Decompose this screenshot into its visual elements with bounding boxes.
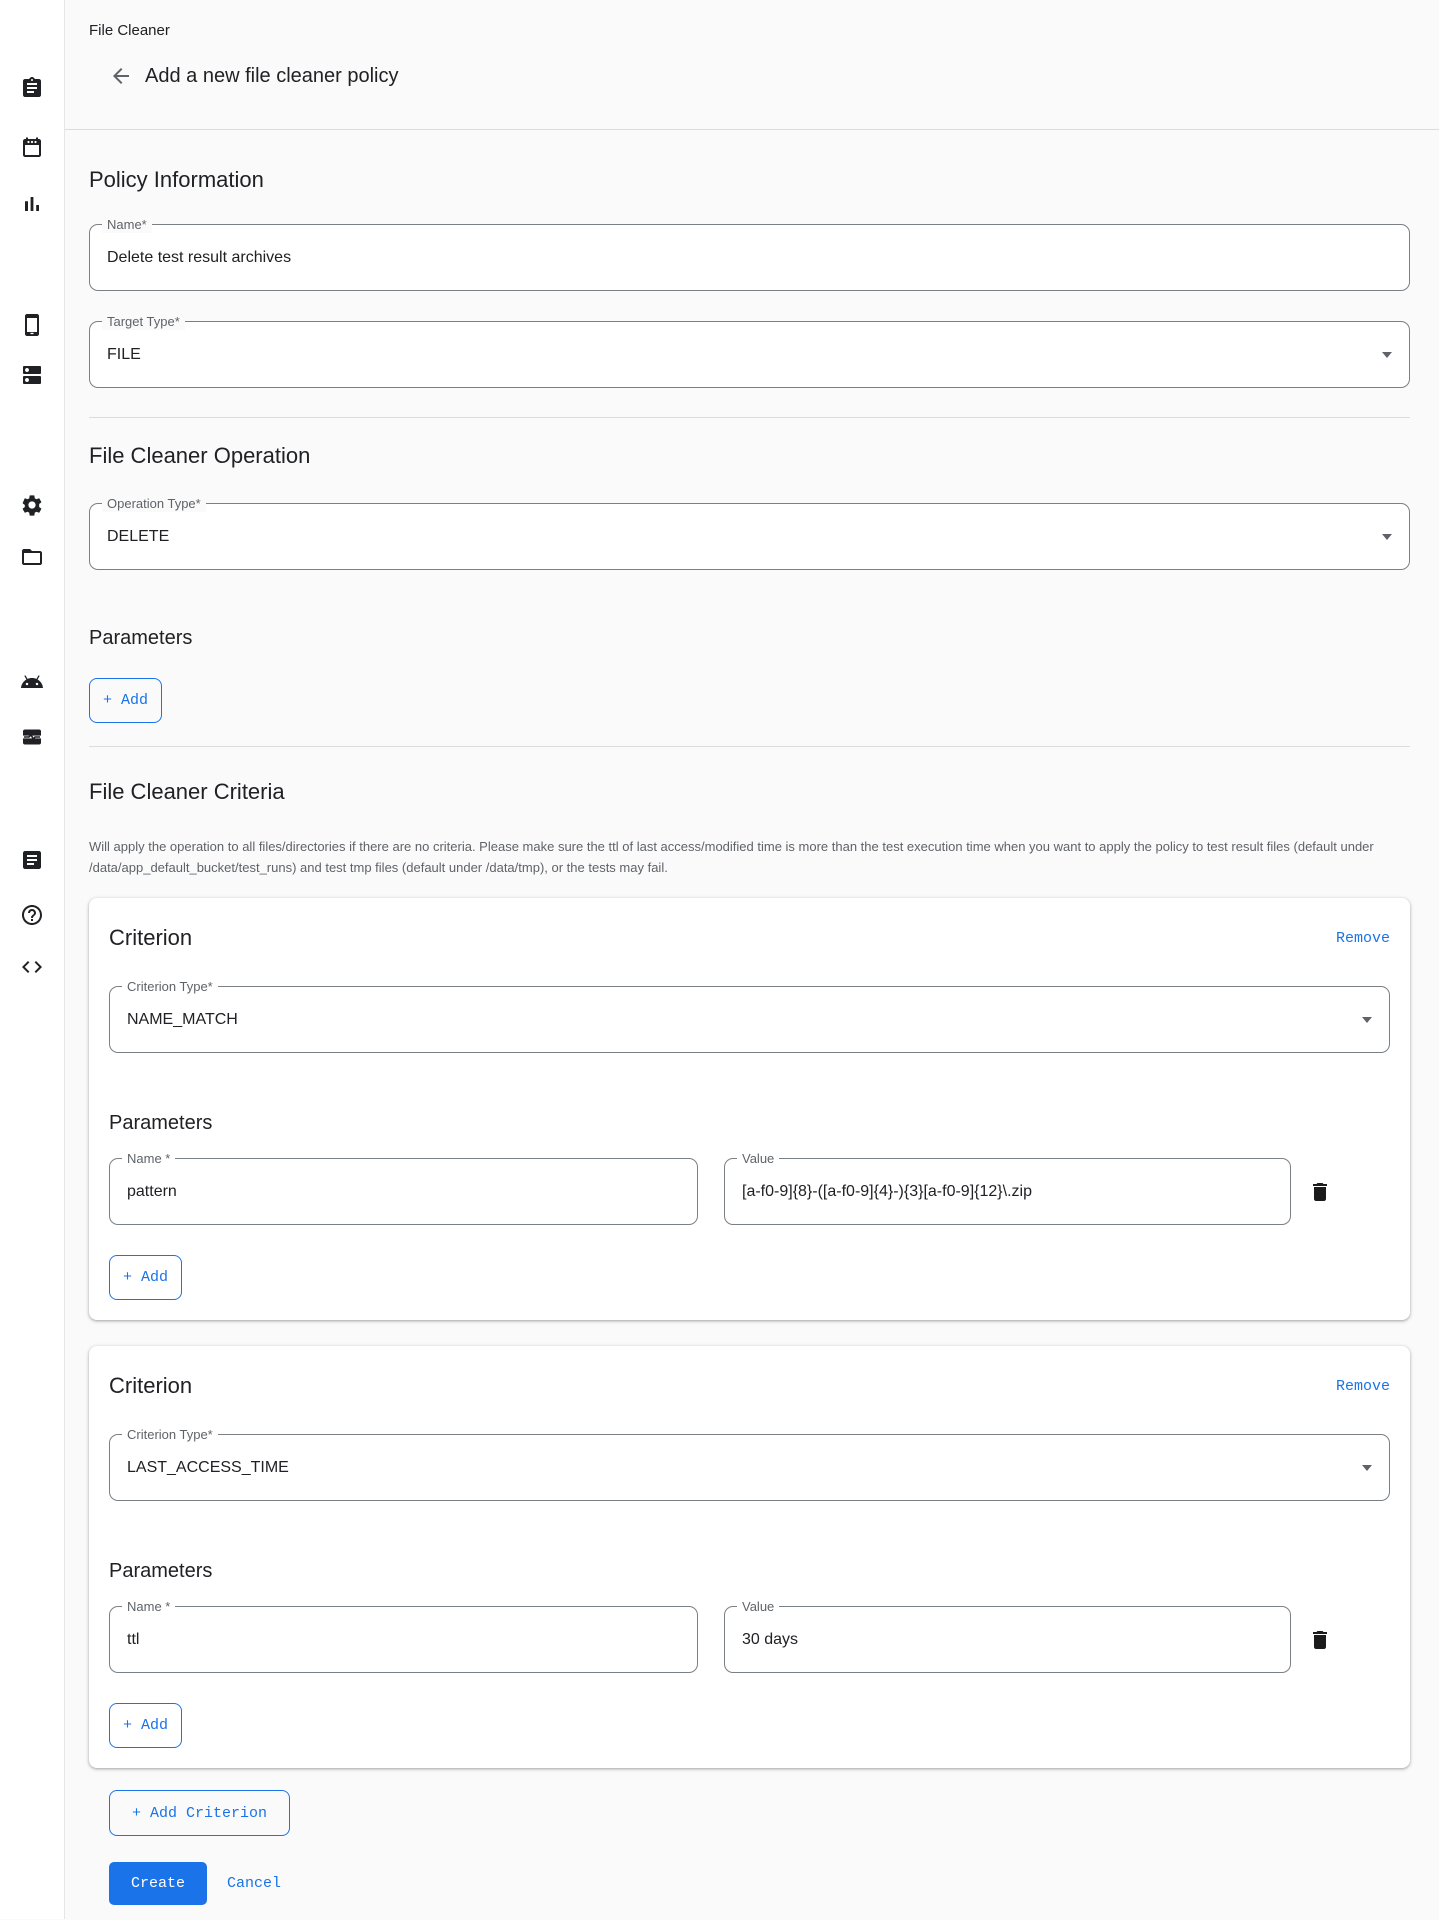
settings-icon[interactable] <box>20 493 44 517</box>
criteria-description: Will apply the operation to all files/di… <box>89 836 1410 878</box>
assignment-icon[interactable] <box>20 76 44 100</box>
add-criterion-button[interactable]: + Add Criterion <box>109 1790 290 1836</box>
policy-name-field: Name* <box>89 224 1410 291</box>
criterion-title: Criterion <box>109 1372 192 1400</box>
policy-information-title: Policy Information <box>89 166 1410 194</box>
parameter-value-field: Value <box>724 1158 1291 1225</box>
target-type-select[interactable]: FILE <box>90 322 1409 387</box>
app-title: File Cleaner <box>89 22 1439 40</box>
criteria-title: File Cleaner Criteria <box>89 778 1410 806</box>
target-type-label: Target Type* <box>102 313 185 330</box>
policy-name-input[interactable] <box>90 225 1409 290</box>
criterion-type-field: Criterion Type* LAST_ACCESS_TIME <box>109 1434 1390 1501</box>
operation-title: File Cleaner Operation <box>89 442 1410 470</box>
operation-add-parameter-button[interactable]: + Add <box>89 678 162 723</box>
cancel-button[interactable]: Cancel <box>217 1875 291 1892</box>
back-arrow-icon[interactable] <box>109 64 133 88</box>
criterion-remove-link[interactable]: Remove <box>1336 930 1390 947</box>
operation-parameters-title: Parameters <box>89 626 1410 650</box>
trash-icon <box>1308 1180 1332 1204</box>
help-icon[interactable] <box>20 903 44 927</box>
criterion-add-parameter-button[interactable]: + Add <box>109 1255 182 1300</box>
page-header: File Cleaner Add a new file cleaner poli… <box>65 0 1439 130</box>
criterion-type-field: Criterion Type* NAME_MATCH <box>109 986 1390 1053</box>
criterion-card: Criterion Remove Criterion Type* NAME_MA… <box>89 898 1410 1320</box>
operation-type-field: Operation Type* DELETE <box>89 503 1410 570</box>
parameter-name-field: Name * <box>109 1606 698 1673</box>
delete-parameter-button[interactable] <box>1300 1172 1340 1212</box>
calendar-icon[interactable] <box>20 135 44 159</box>
bar-chart-icon[interactable] <box>20 192 44 216</box>
target-type-field: Target Type* FILE <box>89 321 1410 388</box>
criterion-type-select[interactable]: LAST_ACCESS_TIME <box>110 1435 1389 1500</box>
smartphone-icon[interactable] <box>20 313 44 337</box>
parameter-value-field: Value <box>724 1606 1291 1673</box>
criterion-card: Criterion Remove Criterion Type* LAST_AC… <box>89 1346 1410 1768</box>
trash-icon <box>1308 1628 1332 1652</box>
code-icon[interactable] <box>20 955 44 979</box>
criterion-parameters-title: Parameters <box>109 1559 1390 1583</box>
criterion-add-parameter-button[interactable]: + Add <box>109 1703 182 1748</box>
android-icon[interactable] <box>20 670 44 694</box>
criterion-type-value: LAST_ACCESS_TIME <box>127 1459 289 1477</box>
health-monitor-icon[interactable] <box>20 725 44 749</box>
page-title: Add a new file cleaner policy <box>145 65 398 88</box>
parameter-name-input[interactable] <box>110 1607 697 1672</box>
parameter-value-input[interactable] <box>725 1159 1290 1224</box>
dropdown-arrow-icon <box>1362 1465 1372 1471</box>
operation-type-value: DELETE <box>107 528 169 546</box>
main-content: Policy Information Name* Target Type* FI… <box>65 166 1439 1920</box>
operation-type-select[interactable]: DELETE <box>90 504 1409 569</box>
criterion-type-label: Criterion Type* <box>122 1426 218 1443</box>
criterion-remove-link[interactable]: Remove <box>1336 1378 1390 1395</box>
create-button[interactable]: Create <box>109 1862 207 1905</box>
article-icon[interactable] <box>20 848 44 872</box>
dropdown-arrow-icon <box>1382 534 1392 540</box>
sidebar <box>0 0 65 1919</box>
criterion-type-select[interactable]: NAME_MATCH <box>110 987 1389 1052</box>
target-type-value: FILE <box>107 346 141 364</box>
section-divider <box>89 746 1410 747</box>
parameter-value-input[interactable] <box>725 1607 1290 1672</box>
dropdown-arrow-icon <box>1362 1017 1372 1023</box>
delete-parameter-button[interactable] <box>1300 1620 1340 1660</box>
section-divider <box>89 417 1410 418</box>
criterion-type-value: NAME_MATCH <box>127 1011 238 1029</box>
criterion-type-label: Criterion Type* <box>122 978 218 995</box>
dns-icon[interactable] <box>20 363 44 387</box>
dropdown-arrow-icon <box>1382 352 1392 358</box>
criterion-title: Criterion <box>109 924 192 952</box>
operation-type-label: Operation Type* <box>102 495 206 512</box>
parameter-name-input[interactable] <box>110 1159 697 1224</box>
parameter-name-field: Name * <box>109 1158 698 1225</box>
folder-icon[interactable] <box>20 545 44 569</box>
criterion-parameters-title: Parameters <box>109 1111 1390 1135</box>
